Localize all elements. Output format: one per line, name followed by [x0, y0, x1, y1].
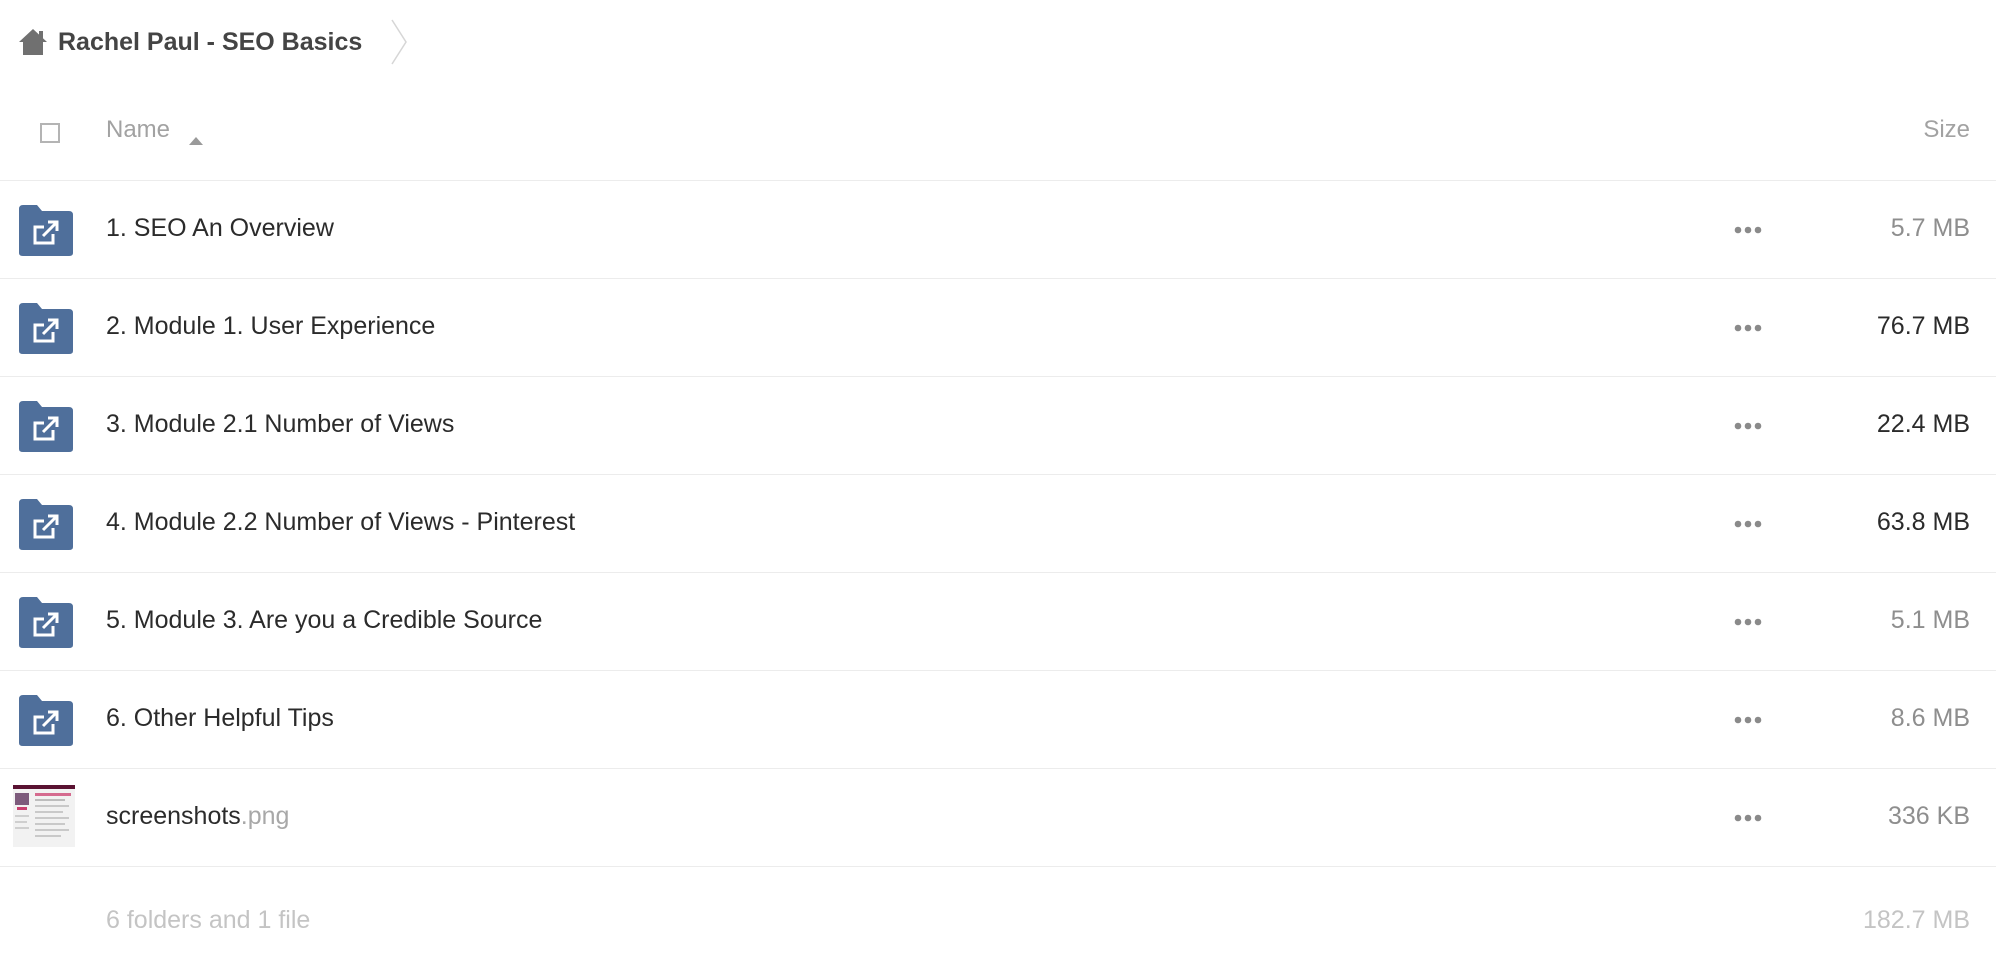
more-actions-icon[interactable] [1733, 705, 1763, 735]
file-size: 22.4 MB [1876, 410, 1970, 438]
file-row[interactable]: 6. Other Helpful Tips 8.6 MB [0, 671, 1996, 769]
file-size: 5.1 MB [1890, 606, 1970, 634]
shared-folder-icon[interactable] [18, 595, 74, 649]
file-extension: .png [240, 802, 290, 830]
file-name-base: 3. Module 2.1 Number of Views [106, 410, 455, 438]
file-name-base: 1. SEO An Overview [106, 214, 334, 242]
shared-folder-icon[interactable] [18, 497, 74, 551]
file-name[interactable]: 3. Module 2.1 Number of Views [106, 410, 454, 439]
column-header-name[interactable]: Name [106, 116, 204, 145]
more-actions-icon[interactable] [1733, 411, 1763, 441]
sort-ascending-icon [188, 125, 204, 145]
breadcrumb-current[interactable]: Rachel Paul - SEO Basics [58, 28, 362, 57]
more-actions-icon[interactable] [1733, 607, 1763, 637]
file-size: 336 KB [1887, 802, 1970, 830]
file-name[interactable]: 5. Module 3. Are you a Credible Source [106, 606, 542, 635]
column-header-size[interactable]: Size [1923, 116, 1970, 144]
shared-folder-icon[interactable] [18, 203, 74, 257]
breadcrumb-separator-icon [390, 18, 410, 66]
shared-folder-icon[interactable] [18, 399, 74, 453]
file-name-base: 2. Module 1. User Experience [106, 312, 436, 340]
breadcrumb: Rachel Paul - SEO Basics [18, 18, 410, 66]
file-row[interactable]: 2. Module 1. User Experience 76.7 MB [0, 279, 1996, 377]
summary-count: 6 folders and 1 file [106, 906, 311, 934]
column-name-label: Name [106, 116, 171, 143]
file-name[interactable]: 1. SEO An Overview [106, 214, 334, 243]
select-all-checkbox[interactable] [40, 123, 60, 143]
file-size: 76.7 MB [1876, 312, 1970, 340]
file-size: 5.7 MB [1890, 214, 1970, 242]
more-actions-icon[interactable] [1733, 215, 1763, 245]
file-name[interactable]: 2. Module 1. User Experience [106, 312, 435, 341]
file-row[interactable]: 3. Module 2.1 Number of Views 22.4 MB [0, 377, 1996, 475]
file-row[interactable]: screenshots.png 336 KB [0, 769, 1996, 867]
more-actions-icon[interactable] [1733, 313, 1763, 343]
shared-folder-icon[interactable] [18, 693, 74, 747]
file-row[interactable]: 4. Module 2.2 Number of Views - Pinteres… [0, 475, 1996, 573]
image-thumbnail[interactable] [13, 785, 75, 847]
file-size: 63.8 MB [1876, 508, 1970, 536]
file-row[interactable]: 1. SEO An Overview 5.7 MB [0, 181, 1996, 279]
file-list-header: Name Size [0, 100, 1996, 181]
file-name[interactable]: 4. Module 2.2 Number of Views - Pinteres… [106, 508, 575, 537]
file-list-summary: 6 folders and 1 file 182.7 MB [0, 892, 1996, 952]
file-row[interactable]: 5. Module 3. Are you a Credible Source 5.… [0, 573, 1996, 671]
home-icon[interactable] [18, 28, 48, 56]
shared-folder-icon[interactable] [18, 301, 74, 355]
summary-total-size: 182.7 MB [1862, 906, 1970, 934]
file-name-base: 4. Module 2.2 Number of Views - Pinteres… [106, 508, 576, 536]
file-name-base: 6. Other Helpful Tips [106, 704, 334, 732]
file-size: 8.6 MB [1890, 704, 1970, 732]
file-name[interactable]: screenshots.png [106, 802, 289, 831]
file-name-base: 5. Module 3. Are you a Credible Source [106, 606, 543, 634]
more-actions-icon[interactable] [1733, 803, 1763, 833]
file-name-base: screenshots [106, 802, 241, 830]
file-list: 1. SEO An Overview 5.7 MB 2. Module 1. Use… [0, 181, 1996, 867]
file-name[interactable]: 6. Other Helpful Tips [106, 704, 334, 733]
more-actions-icon[interactable] [1733, 509, 1763, 539]
